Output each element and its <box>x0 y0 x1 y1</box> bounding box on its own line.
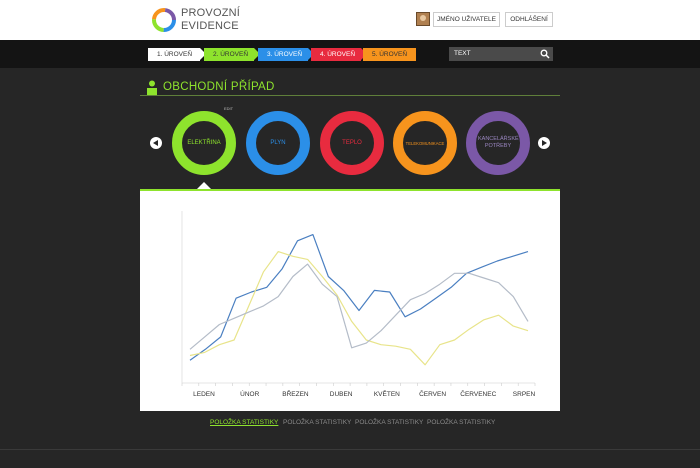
category-label: ELEKTŘINA <box>187 139 221 146</box>
x-tick-marks <box>181 383 536 386</box>
search-icon[interactable] <box>540 49 550 59</box>
app-name-line2: EVIDENCE <box>181 20 239 32</box>
person-icon <box>147 80 157 96</box>
selected-pointer <box>197 182 211 189</box>
x-axis-labels: LEDEN ÚNOR BŘEZEN DUBEN KVĚTEN ČERVEN ČERVENEC… <box>193 389 535 398</box>
edit-link[interactable]: EDIT <box>224 106 233 111</box>
category-label: TEPLO <box>342 139 362 146</box>
category-label: PLYN <box>270 139 286 146</box>
category-circle-telekomunikace[interactable]: TELEKOMUNIKACE <box>393 111 457 175</box>
page-title: OBCHODNÍ PŘÍPAD <box>163 81 275 93</box>
title-divider <box>140 95 560 96</box>
header-bar: PROVOZNÍ EVIDENCE JMÉNO UŽIVATELE ODHLÁŠ… <box>0 0 700 40</box>
x-tick-label: ÚNOR <box>240 389 259 398</box>
app-name-line1: PROVOZNÍ <box>181 7 241 19</box>
carousel-next-button[interactable] <box>538 137 550 149</box>
bottom-nav-item[interactable]: POLOŽKA STATISTIKY <box>427 419 495 426</box>
bottom-nav-item[interactable]: POLOŽKA STATISTIKY <box>283 419 351 426</box>
x-tick-label: KVĚTEN <box>374 389 400 398</box>
user-name-button[interactable]: JMÉNO UŽIVATELE <box>433 12 500 27</box>
x-tick-label: SRPEN <box>513 391 536 398</box>
x-tick-label: DUBEN <box>330 391 353 398</box>
level-tab-5[interactable]: 5. ÚROVEŇ <box>363 48 416 61</box>
level-tab-4[interactable]: 4. ÚROVEŇ <box>311 48 367 61</box>
footer-divider <box>0 449 700 450</box>
category-label: TELEKOMUNIKACE <box>405 140 445 146</box>
avatar[interactable] <box>416 12 430 26</box>
category-circle-teplo[interactable]: TEPLO <box>320 111 384 175</box>
category-circle-elektrina[interactable]: ELEKTŘINA <box>172 111 236 175</box>
logout-button[interactable]: ODHLÁŠENÍ <box>505 12 553 27</box>
logo-icon[interactable] <box>151 7 177 33</box>
x-tick-label: LEDEN <box>193 391 215 398</box>
search-input-value: TEXT <box>454 50 471 57</box>
series-line-3 <box>189 263 529 350</box>
x-tick-label: BŘEZEN <box>282 389 309 398</box>
chart-series <box>189 233 529 366</box>
x-tick-label: ČERVENEC <box>460 389 496 398</box>
bottom-nav-item-active[interactable]: POLOŽKA STATISTIKY <box>210 419 278 426</box>
level-tab-2[interactable]: 2. ÚROVEŇ <box>204 48 260 61</box>
category-circle-kancelarske-potreby[interactable]: KANCELÁŘSKÉ POTŘEBY <box>466 111 530 175</box>
search-input[interactable]: TEXT <box>449 47 553 61</box>
level-tab-1[interactable]: 1. ÚROVEŇ <box>148 48 206 61</box>
bottom-nav-item[interactable]: POLOŽKA STATISTIKY <box>355 419 423 426</box>
category-circle-plyn[interactable]: PLYN <box>246 111 310 175</box>
x-tick-label: ČERVEN <box>419 389 446 398</box>
category-label: KANCELÁŘSKÉ POTŘEBY <box>478 136 519 149</box>
line-chart: LEDEN ÚNOR BŘEZEN DUBEN KVĚTEN ČERVEN ČERVENEC… <box>181 211 536 398</box>
chart-panel: LEDEN ÚNOR BŘEZEN DUBEN KVĚTEN ČERVEN ČERVENEC… <box>140 189 560 411</box>
chevron-left-icon <box>153 140 158 146</box>
level-tab-3[interactable]: 3. ÚROVEŇ <box>258 48 314 61</box>
carousel-prev-button[interactable] <box>150 137 162 149</box>
series-line-1 <box>189 233 529 361</box>
chevron-right-icon <box>542 140 547 146</box>
app-name: PROVOZNÍ EVIDENCE <box>181 7 240 33</box>
